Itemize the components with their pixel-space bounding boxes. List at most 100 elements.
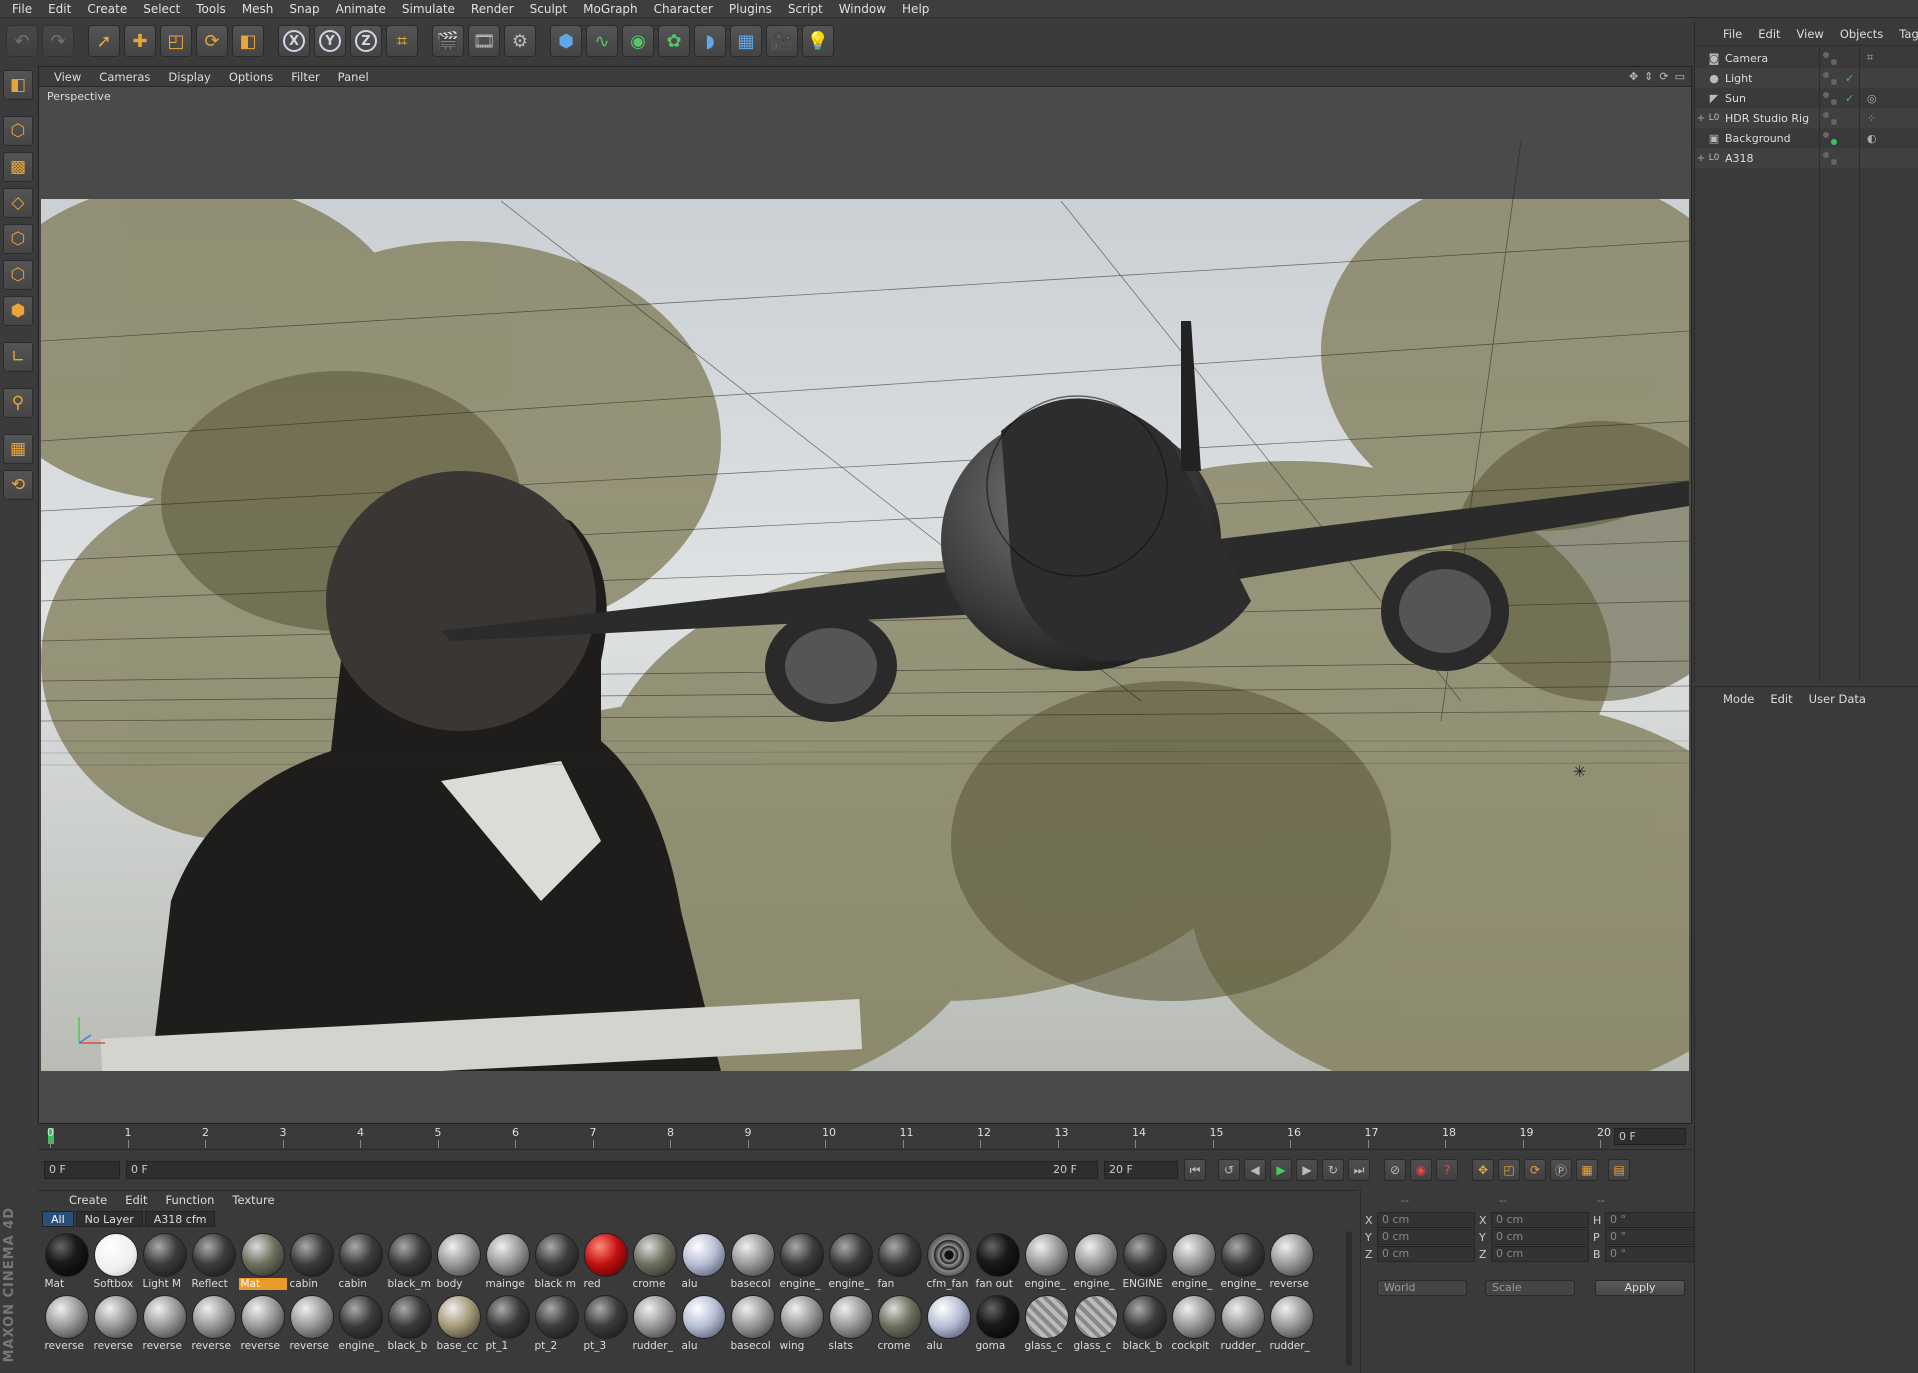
- viewport-menu-display[interactable]: Display: [159, 70, 219, 84]
- texture-mode-button[interactable]: ▩: [3, 152, 33, 182]
- material-swatch[interactable]: engine_: [1022, 1233, 1071, 1295]
- menu-mograph[interactable]: MoGraph: [575, 0, 646, 18]
- subdivision-surface-button[interactable]: ◉: [622, 25, 654, 57]
- material-swatch[interactable]: rudder_: [1267, 1295, 1316, 1357]
- record-keys-button[interactable]: ⊘: [1384, 1159, 1406, 1181]
- menu-plugins[interactable]: Plugins: [721, 0, 780, 18]
- autokeying-button[interactable]: ◉: [1410, 1159, 1432, 1181]
- material-swatch[interactable]: fan: [875, 1233, 924, 1295]
- record-position-button[interactable]: ✥: [1472, 1159, 1494, 1181]
- menu-character[interactable]: Character: [646, 0, 721, 18]
- menu-file[interactable]: File: [4, 0, 40, 18]
- light-object-button[interactable]: 💡: [802, 25, 834, 57]
- material-swatch[interactable]: rudder_: [630, 1295, 679, 1357]
- deformer-button[interactable]: ◗: [694, 25, 726, 57]
- material-filter-all[interactable]: All: [42, 1211, 74, 1227]
- enabled-check-icon[interactable]: ✓: [1845, 72, 1854, 85]
- material-swatch[interactable]: red: [581, 1233, 630, 1295]
- material-swatch[interactable]: reverse: [238, 1295, 287, 1357]
- material-swatch[interactable]: wing: [777, 1295, 826, 1357]
- visibility-editor-dot[interactable]: [1823, 112, 1829, 118]
- scheme-settings-button[interactable]: ▤: [1608, 1159, 1630, 1181]
- floor-environment-button[interactable]: ▦: [730, 25, 762, 57]
- visibility-editor-dot[interactable]: [1823, 132, 1829, 138]
- keyframe-selection-button[interactable]: ?: [1436, 1159, 1458, 1181]
- size-x-field[interactable]: 0 cm: [1491, 1212, 1589, 1228]
- move-tool-button[interactable]: ✚: [124, 25, 156, 57]
- material-swatch[interactable]: alu: [679, 1295, 728, 1357]
- enabled-check-icon[interactable]: ✓: [1845, 92, 1854, 105]
- material-swatch[interactable]: black_b: [385, 1295, 434, 1357]
- preview-range-slider[interactable]: 0 F 20 F: [126, 1161, 1098, 1179]
- material-swatch[interactable]: rudder_: [1218, 1295, 1267, 1357]
- camera-object-button[interactable]: 🎥: [766, 25, 798, 57]
- material-tag-icon[interactable]: ◐: [1867, 132, 1877, 145]
- viewport-menu-filter[interactable]: Filter: [282, 70, 328, 84]
- menu-window[interactable]: Window: [831, 0, 894, 18]
- rotation-h-field[interactable]: 0 °: [1605, 1212, 1703, 1228]
- coordinate-space-select[interactable]: World: [1377, 1280, 1467, 1296]
- move-view-icon[interactable]: ✥: [1629, 70, 1638, 83]
- material-swatch[interactable]: glass_c: [1071, 1295, 1120, 1357]
- size-y-field[interactable]: 0 cm: [1491, 1229, 1589, 1245]
- material-swatch[interactable]: base_cc: [434, 1295, 483, 1357]
- play-forward-button[interactable]: ▶: [1270, 1159, 1292, 1181]
- material-swatch[interactable]: black_b: [1120, 1295, 1169, 1357]
- render-settings-button[interactable]: ⚙: [504, 25, 536, 57]
- viewport-menu-options[interactable]: Options: [220, 70, 282, 84]
- workplane-mode-button[interactable]: ◇: [3, 188, 33, 218]
- material-swatch[interactable]: reverse: [189, 1295, 238, 1357]
- menu-select[interactable]: Select: [135, 0, 188, 18]
- visibility-render-dot[interactable]: [1831, 139, 1837, 145]
- model-mode-button[interactable]: ⬡: [3, 116, 33, 146]
- rotate-view-icon[interactable]: ⟳: [1659, 70, 1668, 83]
- material-swatch[interactable]: alu: [679, 1233, 728, 1295]
- material-swatch[interactable]: Softbox: [91, 1233, 140, 1295]
- rig-tag-icon[interactable]: ⁘: [1867, 112, 1876, 125]
- live-selection-button[interactable]: ➚: [88, 25, 120, 57]
- material-menu-create[interactable]: Create: [60, 1193, 116, 1207]
- menu-tools[interactable]: Tools: [188, 0, 234, 18]
- scale-tool-button[interactable]: ◰: [160, 25, 192, 57]
- x-axis-lock-button[interactable]: X: [278, 25, 310, 57]
- expand-toggle[interactable]: +: [1695, 153, 1707, 164]
- visibility-render-dot[interactable]: [1831, 99, 1837, 105]
- object-menu-edit[interactable]: Edit: [1750, 27, 1788, 41]
- scene-render[interactable]: ✳: [41, 141, 1689, 1071]
- object-menu-file[interactable]: File: [1715, 27, 1750, 41]
- material-swatch[interactable]: Mat: [238, 1233, 287, 1295]
- material-swatch[interactable]: engine_: [826, 1233, 875, 1295]
- menu-mesh[interactable]: Mesh: [234, 0, 282, 18]
- material-swatch[interactable]: crome: [875, 1295, 924, 1357]
- maximize-view-icon[interactable]: ▭: [1675, 70, 1685, 83]
- array-generator-button[interactable]: ✿: [658, 25, 690, 57]
- material-swatch[interactable]: engine_: [1071, 1233, 1120, 1295]
- material-swatch[interactable]: cfm_fan: [924, 1233, 973, 1295]
- viewport-menu-cameras[interactable]: Cameras: [90, 70, 159, 84]
- position-z-field[interactable]: 0 cm: [1377, 1246, 1475, 1262]
- material-swatch[interactable]: black_m: [385, 1233, 434, 1295]
- visibility-render-dot[interactable]: [1831, 59, 1837, 65]
- rotation-b-field[interactable]: 0 °: [1605, 1246, 1703, 1262]
- material-swatch[interactable]: engine_: [336, 1295, 385, 1357]
- material-swatch[interactable]: cabin: [336, 1233, 385, 1295]
- material-swatch[interactable]: basecol: [728, 1233, 777, 1295]
- menu-script[interactable]: Script: [780, 0, 831, 18]
- min-time-field[interactable]: 0 F: [44, 1161, 120, 1179]
- object-row-camera[interactable]: ◙ Camera ⌗: [1695, 48, 1918, 68]
- material-swatch[interactable]: goma: [973, 1295, 1022, 1357]
- attribute-menu-edit[interactable]: Edit: [1762, 692, 1800, 706]
- visibility-editor-dot[interactable]: [1823, 72, 1829, 78]
- workplane-lock-button[interactable]: ⟲: [3, 470, 33, 500]
- material-filter-a318-cfm[interactable]: A318 cfm: [144, 1211, 216, 1227]
- redo-button[interactable]: ↷: [42, 25, 74, 57]
- material-menu-function[interactable]: Function: [157, 1193, 224, 1207]
- material-menu-texture[interactable]: Texture: [223, 1193, 283, 1207]
- attribute-menu-mode[interactable]: Mode: [1715, 692, 1762, 706]
- object-row-sun[interactable]: ◤ Sun ✓ ◎: [1695, 88, 1918, 108]
- undo-button[interactable]: ↶: [6, 25, 38, 57]
- menu-sculpt[interactable]: Sculpt: [522, 0, 575, 18]
- material-swatch[interactable]: cabin: [287, 1233, 336, 1295]
- points-mode-button[interactable]: ⬡: [3, 224, 33, 254]
- visibility-editor-dot[interactable]: [1823, 92, 1829, 98]
